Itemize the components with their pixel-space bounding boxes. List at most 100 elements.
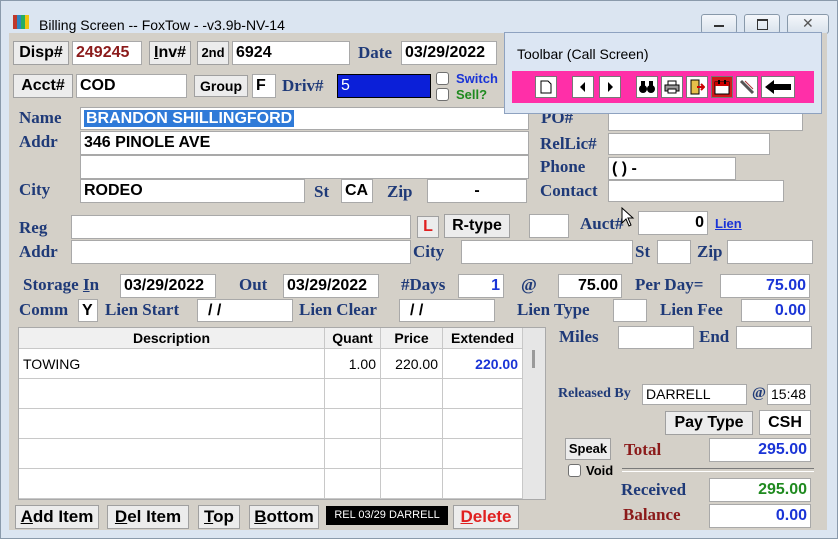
contact-field[interactable] (608, 180, 784, 202)
storage-in-field[interactable]: 03/29/2022 (120, 274, 216, 298)
zip-field[interactable]: - (427, 179, 527, 203)
items-grid[interactable]: Description Quant Price Extended TOWING … (18, 327, 546, 500)
date-field[interactable]: 03/29/2022 (401, 41, 497, 65)
close-button[interactable]: ✕ (787, 14, 829, 34)
add-item-button[interactable]: Add Item (15, 505, 99, 529)
item-quant[interactable]: 1.00 (325, 349, 381, 379)
new-document-icon[interactable] (535, 76, 557, 98)
empty-cell[interactable] (19, 439, 325, 469)
next-icon[interactable] (599, 76, 621, 98)
sell-checkbox[interactable] (436, 88, 449, 101)
binoculars-icon[interactable] (636, 76, 658, 98)
miles-field[interactable] (618, 326, 694, 349)
empty-cell[interactable] (443, 409, 523, 439)
del-item-button[interactable]: Del Item (107, 505, 189, 529)
app-icon (13, 15, 29, 29)
st-field[interactable]: CA (341, 179, 373, 203)
empty-cell[interactable] (443, 439, 523, 469)
l-button[interactable]: L (417, 216, 439, 238)
addr-field[interactable]: 346 PINOLE AVE (80, 131, 529, 155)
maximize-button[interactable] (744, 14, 780, 34)
st-label: St (314, 182, 330, 201)
miles-label: Miles (559, 327, 599, 346)
printer-icon[interactable] (661, 76, 683, 98)
released-by-field[interactable]: DARRELL (642, 384, 747, 405)
empty-cell[interactable] (381, 469, 443, 499)
name-field[interactable]: BRANDON SHILLINGFORD (80, 107, 529, 130)
name-selection: BRANDON SHILLINGFORD (84, 110, 295, 127)
column-header[interactable]: Extended (443, 328, 523, 349)
balance-field[interactable]: 0.00 (709, 504, 811, 528)
previous-icon[interactable] (572, 76, 594, 98)
empty-cell[interactable] (19, 409, 325, 439)
perday-field[interactable]: 75.00 (720, 274, 810, 298)
grid-scrollbar[interactable] (523, 328, 545, 499)
exit-door-icon[interactable] (686, 76, 708, 98)
addr2-field[interactable] (80, 155, 529, 179)
rate-field[interactable]: 75.00 (558, 274, 622, 298)
lienfee-field[interactable]: 0.00 (741, 299, 810, 322)
lienclear-field[interactable]: / / (399, 299, 495, 322)
addr-label: Addr (19, 132, 58, 151)
column-header[interactable]: Description (19, 328, 325, 349)
empty-cell[interactable] (381, 439, 443, 469)
lienstart-field[interactable]: / / (197, 299, 293, 322)
days-field[interactable]: 1 (458, 274, 504, 298)
reg-field[interactable] (71, 215, 411, 239)
empty-cell[interactable] (325, 409, 381, 439)
reg-city-field[interactable] (461, 240, 633, 264)
empty-cell[interactable] (19, 469, 325, 499)
released-time-field[interactable]: 15:48 (767, 384, 811, 405)
reg-st-field[interactable] (657, 240, 691, 264)
empty-cell[interactable] (443, 469, 523, 499)
scrollbar-thumb[interactable] (532, 350, 535, 368)
empty-cell[interactable] (19, 379, 325, 409)
void-checkbox[interactable] (568, 464, 581, 477)
reg-zip-field[interactable] (727, 240, 813, 264)
reg-addr-field[interactable] (71, 240, 411, 264)
item-description[interactable]: TOWING (19, 349, 325, 379)
second-label: 2nd (197, 41, 229, 65)
empty-cell[interactable] (325, 469, 381, 499)
empty-cell[interactable] (381, 379, 443, 409)
empty-cell[interactable] (443, 379, 523, 409)
empty-cell[interactable] (325, 379, 381, 409)
group-field[interactable]: F (252, 74, 276, 98)
contact-label: Contact (540, 181, 598, 200)
rellic-field[interactable] (608, 133, 770, 155)
delete-button[interactable]: Delete (453, 505, 519, 529)
empty-cell[interactable] (325, 439, 381, 469)
rtype-button[interactable]: R-type (444, 214, 510, 238)
rtype-field[interactable] (529, 214, 569, 238)
comm-field[interactable]: Y (78, 299, 98, 322)
total-field[interactable]: 295.00 (709, 438, 811, 462)
lien-link[interactable]: Lien (715, 216, 742, 231)
minimize-button[interactable] (701, 14, 737, 34)
back-arrow-icon[interactable] (761, 76, 795, 98)
inv-label: Inv# (149, 41, 191, 65)
empty-cell[interactable] (381, 409, 443, 439)
received-field[interactable]: 295.00 (709, 478, 811, 502)
inv-field[interactable]: 6924 (232, 41, 350, 65)
item-price[interactable]: 220.00 (381, 349, 443, 379)
driv-field[interactable]: 5 (337, 74, 431, 98)
tools-icon[interactable] (736, 76, 758, 98)
auct-field[interactable]: 0 (638, 211, 708, 235)
top-button[interactable]: Top (198, 505, 240, 529)
bottom-button[interactable]: Bottom (249, 505, 319, 529)
phone-field[interactable]: ( ) - (608, 157, 736, 180)
disp-field[interactable]: 249245 (72, 41, 142, 65)
pay-type-field[interactable]: CSH (759, 410, 811, 435)
storage-out-field[interactable]: 03/29/2022 (283, 274, 379, 298)
column-header[interactable]: Price (381, 328, 443, 349)
acct-field[interactable]: COD (76, 74, 187, 98)
pay-type-button[interactable]: Pay Type (665, 411, 753, 435)
switch-checkbox[interactable] (436, 72, 449, 85)
lientype-field[interactable] (613, 299, 647, 322)
column-header[interactable]: Quant (325, 328, 381, 349)
item-extended[interactable]: 220.00 (443, 349, 523, 379)
end-field[interactable] (736, 326, 812, 349)
city-field[interactable]: RODEO (80, 179, 305, 203)
calendar-icon[interactable] (711, 76, 733, 98)
speak-button[interactable]: Speak (565, 438, 611, 460)
